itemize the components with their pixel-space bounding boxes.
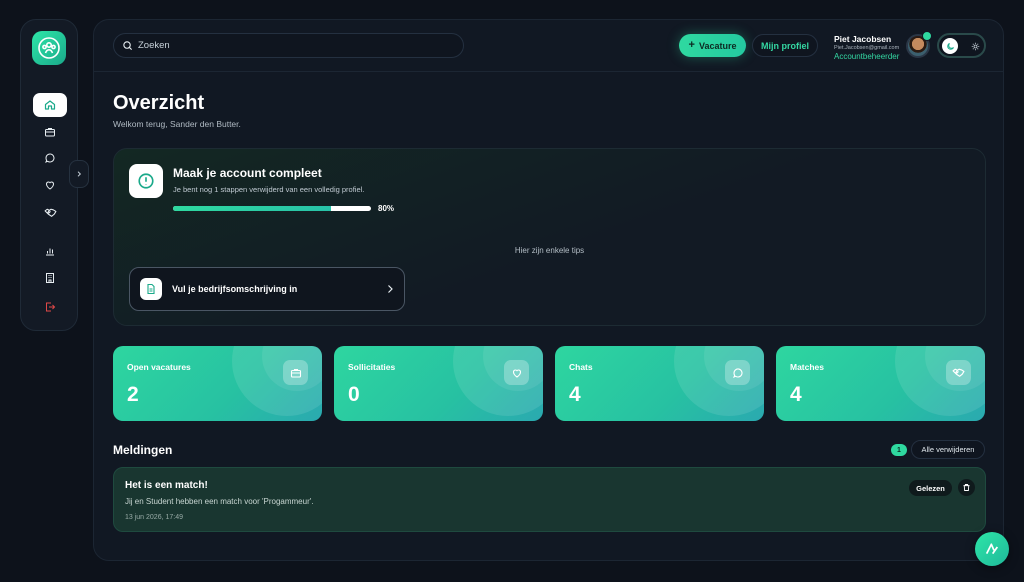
heart-icon — [504, 360, 529, 385]
user-name: Piet Jacobsen — [834, 34, 892, 44]
sidebar-item-chats[interactable] — [33, 146, 67, 170]
tips-title: Hier zijn enkele tips — [514, 246, 585, 255]
sidebar-item-company[interactable] — [33, 266, 67, 290]
handshake-icon — [44, 208, 56, 217]
stat-card-chats[interactable]: Chats 4 — [555, 346, 764, 421]
stat-card-matches[interactable]: Matches 4 — [776, 346, 985, 421]
welcome-text: Welkom terug, Sander den Butter. — [113, 119, 241, 129]
task-label: Vul je bedrijfsomschrijving in — [172, 284, 298, 294]
trash-icon — [963, 484, 970, 491]
stat-value: 2 — [127, 383, 139, 406]
team-logo-icon — [38, 37, 60, 59]
briefcase-icon — [45, 128, 55, 137]
sidebar-item-favorites[interactable] — [33, 173, 67, 197]
profile-progress-label: 80% — [378, 204, 395, 213]
delete-notification-button[interactable] — [958, 479, 975, 496]
sidebar-item-statistics[interactable] — [33, 239, 67, 263]
company-description-task-button[interactable]: Vul je bedrijfsomschrijving in — [129, 267, 405, 311]
notifications-count-badge: 1 — [891, 444, 907, 456]
page-title: Overzicht — [113, 92, 205, 114]
notifications-title: Meldingen — [113, 443, 173, 457]
add-vacancy-button[interactable]: + Vacature — [679, 34, 746, 57]
alert-icon-box — [129, 164, 163, 198]
stat-value: 4 — [569, 383, 581, 406]
sun-icon — [969, 40, 981, 52]
briefcase-icon — [283, 360, 308, 385]
assistant-fab-button[interactable] — [975, 532, 1009, 566]
notification-title: Het is een match! — [125, 480, 208, 491]
stat-value: 0 — [348, 383, 360, 406]
stat-value: 4 — [790, 383, 802, 406]
chat-icon — [725, 360, 750, 385]
handshake-icon — [946, 360, 971, 385]
stat-label: Chats — [569, 362, 593, 372]
home-icon — [44, 100, 56, 110]
document-icon — [147, 283, 155, 295]
chat-icon — [45, 153, 55, 163]
stat-label: Matches — [790, 362, 825, 372]
search-box[interactable] — [113, 33, 464, 58]
stat-label: Sollicitaties — [348, 362, 396, 372]
profile-card-title: Maak je account compleet — [173, 166, 322, 180]
building-icon — [46, 273, 54, 283]
my-profile-button[interactable]: Mijn profiel — [752, 34, 818, 57]
add-vacancy-label: Vacature — [698, 40, 737, 51]
search-input[interactable] — [138, 40, 438, 51]
stat-card-applications[interactable]: Sollicitaties 0 — [334, 346, 543, 421]
sidebar-item-vacancies[interactable] — [33, 120, 67, 144]
document-icon-box — [140, 278, 162, 300]
logout-icon — [46, 302, 56, 312]
mark-read-button[interactable]: Gelezen — [909, 480, 952, 496]
notification-item: Het is een match! Jij en Student hebben … — [113, 467, 986, 532]
search-icon — [123, 41, 133, 51]
user-role: Accountbeheerder — [834, 52, 900, 61]
avatar-status-badge — [922, 31, 932, 41]
profile-progress-fill — [173, 206, 332, 211]
theme-toggle-knob — [942, 38, 958, 54]
chevron-right-icon — [384, 282, 396, 300]
bar-chart-icon — [46, 248, 54, 256]
sidebar-item-logout[interactable] — [33, 295, 67, 319]
theme-toggle[interactable] — [937, 33, 986, 58]
notification-text: Jij en Student hebben een match voor 'Pr… — [125, 497, 314, 506]
main-panel: + Vacature Mijn profiel Piet Jacobsen Pi… — [93, 19, 1004, 561]
heart-icon — [45, 181, 55, 190]
profile-progress-bar — [173, 206, 371, 211]
stat-label: Open vacatures — [127, 362, 191, 372]
alert-circle-icon — [138, 173, 154, 189]
top-bar: + Vacature Mijn profiel Piet Jacobsen Pi… — [94, 20, 1003, 72]
user-email: Piet.Jacobsen@gmail.com — [834, 45, 900, 51]
stat-card-open-vacancies[interactable]: Open vacatures 2 — [113, 346, 322, 421]
clear-all-notifications-button[interactable]: Alle verwijderen — [911, 440, 985, 459]
assistant-logo-icon — [985, 543, 999, 555]
notification-time: 13 jun 2026, 17:49 — [125, 514, 183, 521]
profile-card-description: Je bent nog 1 stappen verwijderd van een… — [173, 185, 365, 194]
chevron-right-icon — [77, 171, 82, 177]
app-logo[interactable] — [32, 31, 66, 65]
sidebar-expand-button[interactable] — [69, 160, 89, 188]
profile-completion-card: Maak je account compleet Je bent nog 1 s… — [113, 148, 986, 326]
moon-icon — [946, 42, 954, 50]
sidebar-item-matches[interactable] — [33, 200, 67, 224]
plus-icon: + — [688, 39, 695, 51]
sidebar-item-home[interactable] — [33, 93, 67, 117]
